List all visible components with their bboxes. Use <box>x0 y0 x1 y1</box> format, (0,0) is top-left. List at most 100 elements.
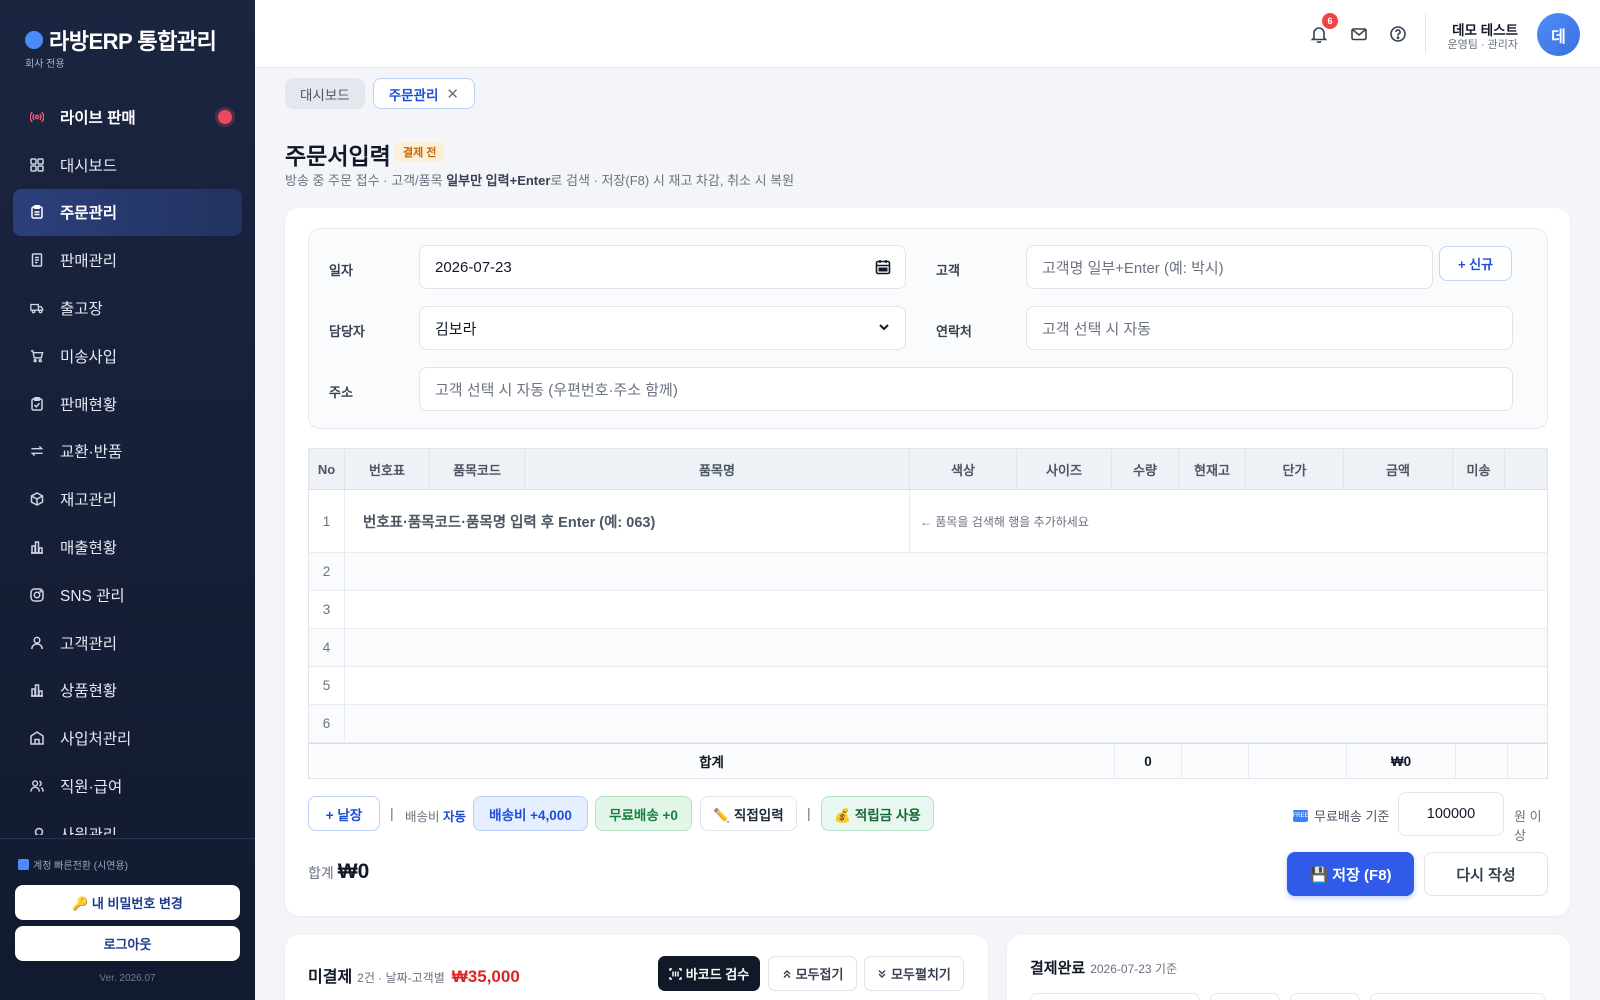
sidebar-item-sales[interactable]: 판매관리 <box>13 236 242 284</box>
shipping-mode: 배송비 자동 <box>405 806 466 825</box>
manager-select[interactable]: 김보라 <box>419 306 906 350</box>
address-label: 주소 <box>329 385 353 400</box>
shipping-fee-button[interactable]: 배송비 +4,000 <box>473 796 588 831</box>
sidebar-item-dashboard[interactable]: 대시보드 <box>13 141 242 189</box>
sidebar-item-sns[interactable]: SNS 관리 <box>13 571 242 619</box>
sidebar-item-staff-payroll[interactable]: 직원·급여 <box>13 762 242 810</box>
sidebar-item-sales-status[interactable]: 판매현황 <box>13 380 242 428</box>
table-row[interactable]: 6 <box>308 705 1548 743</box>
avatar[interactable]: 데 <box>1537 13 1580 56</box>
paid-filter-placeholder[interactable] <box>1210 993 1280 1000</box>
sidebar-item-label: 판매관리 <box>60 253 118 271</box>
table-row: 1 번호표·품목코드·품목명 입력 후 Enter (예: 063) ← 품목을… <box>308 490 1548 553</box>
row-number: 6 <box>309 705 345 742</box>
column-header[interactable]: 금액 <box>1344 449 1453 489</box>
help-icon <box>1390 26 1406 42</box>
column-header[interactable]: 단가 <box>1246 449 1344 489</box>
new-customer-button[interactable]: + 신규 <box>1439 246 1512 281</box>
unpaid-orders-card: 미결제 2건 · 날짜-고객별 ₩35,000 바코드 검수 모두접기 모두펼치… <box>285 935 988 1000</box>
contact-input[interactable]: 고객 선택 시 자동 <box>1026 306 1513 350</box>
quick-switch-label[interactable]: 계정 빠른전환 (시연용) <box>18 857 128 872</box>
manager-value: 김보라 <box>435 320 477 338</box>
sidebar-item-exchange-return[interactable]: 교환·반품 <box>13 428 242 476</box>
sidebar-item-revenue[interactable]: 매출현황 <box>13 523 242 571</box>
sidebar-item-employees[interactable]: 사원관리 <box>13 810 242 835</box>
sidebar-item-shipping[interactable]: 출고장 <box>13 284 242 332</box>
close-icon[interactable]: ✕ <box>446 85 459 103</box>
sidebar-item-customers[interactable]: 고객관리 <box>13 619 242 667</box>
column-header[interactable]: 번호표 <box>345 449 430 489</box>
column-header[interactable]: No <box>309 449 345 489</box>
page-description: 방송 중 주문 접수 · 고객/품목 일부만 입력+Enter로 검색 · 저장… <box>285 170 794 189</box>
use-points-button[interactable]: 💰 적립금 사용 <box>821 796 934 831</box>
row-number: 1 <box>309 490 345 552</box>
paid-filter-placeholder[interactable] <box>1030 993 1200 1000</box>
column-header[interactable]: 품목명 <box>525 449 910 489</box>
sidebar-item-label: 미송사입 <box>60 348 118 366</box>
dashboard-grid-icon <box>30 157 44 172</box>
item-search-input[interactable]: 번호표·품목코드·품목명 입력 후 Enter (예: 063) <box>345 490 910 552</box>
reset-button[interactable]: 다시 작성 <box>1424 852 1548 896</box>
free-threshold-suffix: 원 이상 <box>1514 809 1542 843</box>
sidebar-item-live-sales[interactable]: 라이브 판매 <box>13 93 242 141</box>
column-header[interactable]: 사이즈 <box>1017 449 1112 489</box>
table-row[interactable]: 3 <box>308 591 1548 629</box>
shipping-label: 배송비 <box>405 810 440 824</box>
desc-highlight: 일부만 입력+Enter <box>446 173 551 188</box>
add-sheet-button[interactable]: + 낱장 <box>308 796 380 831</box>
sidebar-item-label: SNS 관리 <box>60 587 125 605</box>
customer-search-input[interactable]: 고객명 일부+Enter (예: 박시) <box>1026 245 1433 289</box>
change-password-button[interactable]: 🔑 내 비밀번호 변경 <box>15 885 240 920</box>
paid-orders-card: 결제완료 2026-07-23 기준 <box>1007 935 1570 1000</box>
order-form: 일자 2026-07-23 고객 고객명 일부+Enter (예: 박시) + … <box>308 228 1548 429</box>
sidebar-item-orders[interactable]: 주문관리 <box>13 188 242 237</box>
truck-icon <box>30 301 44 315</box>
sidebar-item-suppliers[interactable]: 사입처관리 <box>13 714 242 762</box>
sum-empty <box>1182 744 1249 778</box>
page-title: 주문서입력 <box>285 143 391 169</box>
logout-button[interactable]: 로그아웃 <box>15 926 240 961</box>
paid-filter-placeholder[interactable] <box>1290 993 1360 1000</box>
table-row[interactable]: 4 <box>308 629 1548 667</box>
desc-text: 로 검색 · 저장(F8) 시 재고 차감, 취소 시 복원 <box>550 173 795 188</box>
table-row[interactable]: 2 <box>308 553 1548 591</box>
mail-button[interactable] <box>1347 22 1371 46</box>
brand-logo-dot <box>25 31 43 49</box>
sidebar-item-inventory[interactable]: 재고관리 <box>13 475 242 523</box>
order-entry-card: 일자 2026-07-23 고객 고객명 일부+Enter (예: 박시) + … <box>285 208 1570 916</box>
sidebar-item-purchase[interactable]: 미송사입 <box>13 332 242 380</box>
column-header[interactable]: 미송 <box>1453 449 1505 489</box>
date-input[interactable]: 2026-07-23 <box>419 245 906 289</box>
manual-entry-button[interactable]: ✏️ 직접입력 <box>700 796 797 831</box>
switch-account-icon <box>18 859 29 870</box>
barcode-icon <box>669 967 682 980</box>
sum-amount: ₩0 <box>1347 744 1456 778</box>
row-number: 2 <box>309 553 345 590</box>
sidebar-item-label: 교환·반품 <box>60 444 123 462</box>
brand[interactable]: 라방ERP 통합관리 <box>25 24 217 56</box>
tab-dashboard[interactable]: 대시보드 <box>285 78 365 109</box>
collapse-all-button[interactable]: 모두접기 <box>768 956 857 991</box>
paid-filter-placeholder[interactable] <box>1370 993 1545 1000</box>
address-input[interactable]: 고객 선택 시 자동 (우편번호·주소 함께) <box>419 367 1513 411</box>
notification-button[interactable]: 6 <box>1307 13 1338 46</box>
tab-orders[interactable]: 주문관리 ✕ <box>372 78 475 109</box>
row-number: 4 <box>309 629 345 666</box>
calendar-icon[interactable] <box>875 259 891 275</box>
barcode-check-button[interactable]: 바코드 검수 <box>658 956 760 991</box>
free-shipping-threshold-input[interactable]: 100000 <box>1398 792 1504 836</box>
sidebar-nav: 라이브 판매 대시보드 주문관리 판매관리 출고장 미송사입 판매현황 교환·반… <box>13 93 242 835</box>
column-header[interactable]: 현재고 <box>1179 449 1246 489</box>
table-row[interactable]: 5 <box>308 667 1548 705</box>
column-header[interactable]: 품목코드 <box>430 449 525 489</box>
save-button[interactable]: 💾 저장 (F8) <box>1287 852 1414 896</box>
customer-label: 고객 <box>936 263 960 278</box>
column-header[interactable]: 색상 <box>910 449 1017 489</box>
free-shipping-button[interactable]: 무료배송 +0 <box>595 796 692 831</box>
expand-all-button[interactable]: 모두펼치기 <box>864 956 964 991</box>
help-button[interactable] <box>1386 22 1410 46</box>
divider: | <box>807 805 811 821</box>
brand-title: 라방ERP 통합관리 <box>49 29 217 54</box>
column-header[interactable]: 수량 <box>1112 449 1179 489</box>
sidebar-item-products[interactable]: 상품현황 <box>13 667 242 715</box>
